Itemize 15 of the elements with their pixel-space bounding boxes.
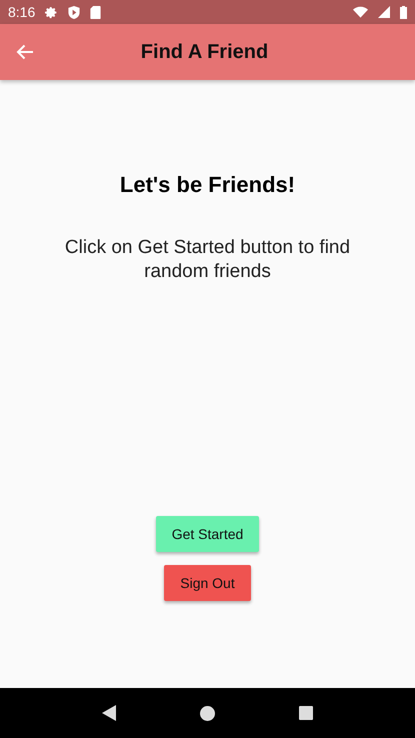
- signal-icon: [378, 6, 390, 18]
- status-time: 8:16: [8, 4, 36, 20]
- home-nav-icon[interactable]: [200, 706, 215, 720]
- back-nav-icon[interactable]: [102, 705, 116, 721]
- gear-icon: [45, 6, 58, 18]
- back-arrow-icon[interactable]: [16, 44, 34, 60]
- app-bar-title: Find A Friend: [140, 40, 270, 64]
- sign-out-button[interactable]: Sign Out: [164, 565, 251, 601]
- message: Click on Get Started button to find random friends: [64, 236, 352, 284]
- battery-icon: [400, 6, 407, 18]
- get-started-button[interactable]: Get Started: [156, 516, 260, 552]
- wifi-icon: [353, 6, 368, 18]
- heading: Let's be Friends!: [120, 172, 296, 198]
- sd-card-icon: [90, 6, 102, 18]
- shield-icon: [68, 6, 80, 18]
